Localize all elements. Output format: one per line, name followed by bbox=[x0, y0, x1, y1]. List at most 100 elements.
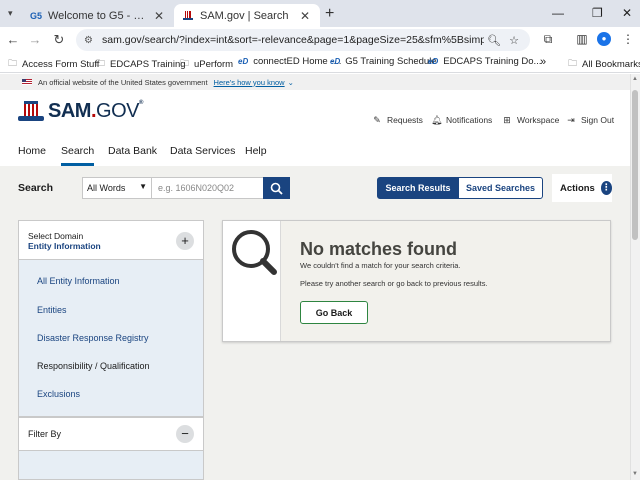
heres-how-you-know-link[interactable]: Here's how you know bbox=[214, 78, 285, 87]
search-label: Search bbox=[18, 182, 54, 194]
site-info-icon[interactable]: ⚙ bbox=[84, 35, 96, 46]
close-window-icon[interactable]: ✕ bbox=[622, 6, 632, 20]
sign-out-link[interactable]: ⇥ Sign Out bbox=[566, 115, 614, 125]
back-arrow-icon[interactable]: ← bbox=[4, 31, 22, 49]
workspace-link[interactable]: ⊞ Workspace bbox=[502, 115, 559, 125]
ed-logo-icon: eD bbox=[330, 57, 341, 66]
scroll-down-icon[interactable]: ▼ bbox=[631, 471, 639, 477]
bookmark-item[interactable]: 🗀 uPerform bbox=[180, 56, 233, 72]
zoom-search-icon[interactable]: 🔍︎ bbox=[484, 34, 504, 47]
nav-home[interactable]: Home bbox=[18, 145, 46, 157]
no-matches-message: We couldn't find a match for your search… bbox=[300, 261, 461, 270]
notifications-link[interactable]: 🔔︎ Notifications bbox=[431, 115, 492, 125]
folder-icon: 🗀 bbox=[180, 58, 190, 68]
bookmark-label: Access Form Stuff bbox=[22, 58, 100, 70]
bookmark-label: G5 Training Schedule bbox=[345, 56, 437, 67]
tab-title: SAM.gov | Search bbox=[200, 9, 289, 22]
search-icon bbox=[270, 182, 283, 195]
filter-by-header[interactable]: Filter By − bbox=[18, 417, 204, 451]
site-header: SAM.GOV® ✎ Requests 🔔︎ Notifications ⊞ Work… bbox=[0, 90, 630, 138]
requests-link[interactable]: ✎ Requests bbox=[372, 115, 423, 125]
bookmark-item[interactable]: eD connectED Home -... bbox=[238, 56, 341, 67]
saved-searches-tab[interactable]: Saved Searches bbox=[458, 177, 543, 199]
go-back-button[interactable]: Go Back bbox=[300, 301, 368, 324]
domain-item-disaster-response-registry[interactable]: Disaster Response Registry bbox=[37, 333, 149, 343]
bookmark-label: connectED Home -... bbox=[253, 56, 342, 67]
actions-label: Actions bbox=[560, 182, 595, 194]
chevron-down-icon[interactable]: ⌄ bbox=[288, 78, 294, 87]
gov-banner-text: An official website of the United States… bbox=[38, 77, 208, 87]
us-flag-icon bbox=[22, 79, 32, 85]
nav-help[interactable]: Help bbox=[245, 145, 267, 157]
profile-avatar-icon[interactable]: ● bbox=[597, 32, 611, 46]
bookmark-label: EDCAPS Training bbox=[110, 58, 186, 70]
search-input[interactable]: e.g. 1606N020Q02 bbox=[152, 177, 264, 199]
no-results-card: No matches found We couldn't find a matc… bbox=[222, 220, 611, 342]
more-options-icon: ⋮ bbox=[600, 181, 612, 195]
new-tab-icon[interactable]: + bbox=[325, 5, 334, 23]
domain-selector[interactable]: Select Domain Entity Information + bbox=[18, 220, 204, 260]
nav-data-bank[interactable]: Data Bank bbox=[108, 145, 157, 157]
bookmark-item[interactable]: 🗀 EDCAPS Training bbox=[96, 56, 186, 72]
logo-sam-text: SAM bbox=[48, 100, 91, 122]
bookmarks-overflow-icon[interactable]: » bbox=[540, 56, 546, 68]
domain-item-exclusions[interactable]: Exclusions bbox=[37, 389, 80, 399]
browser-tab-g5[interactable]: G5 Welcome to G5 - Department o ✕ bbox=[22, 4, 174, 27]
bookmarks-bar: 🗀 Access Form Stuff 🗀 EDCAPS Training 🗀 uPe… bbox=[0, 53, 640, 73]
bookmark-label: uPerform bbox=[194, 58, 234, 70]
expand-plus-icon[interactable]: + bbox=[176, 232, 194, 250]
util-label: Notifications bbox=[446, 115, 493, 125]
nav-search[interactable]: Search bbox=[61, 145, 95, 166]
forward-arrow-icon[interactable]: → bbox=[26, 31, 44, 49]
nav-data-services[interactable]: Data Services bbox=[170, 145, 235, 157]
bookmark-item[interactable]: eD G5 Training Schedule bbox=[330, 56, 437, 67]
select-value: All Words bbox=[87, 183, 126, 193]
ed-logo-icon: eD bbox=[428, 57, 439, 66]
browser-tab-sam[interactable]: SAM.gov | Search ✕ bbox=[174, 4, 320, 27]
bookmark-item[interactable]: 🗀 Access Form Stuff bbox=[8, 56, 99, 72]
maximize-icon[interactable]: ❐ bbox=[592, 6, 603, 20]
util-label: Workspace bbox=[517, 115, 560, 125]
address-bar[interactable]: ⚙ sam.gov/search/?index=int&sort=-releva… bbox=[76, 29, 530, 51]
side-panel-icon[interactable]: ▥ bbox=[574, 32, 590, 46]
magnifier-icon bbox=[232, 230, 277, 275]
domain-item-responsibility-qualification[interactable]: Responsibility / Qualification bbox=[37, 361, 150, 371]
bookmark-star-icon[interactable]: ☆ bbox=[504, 34, 524, 47]
main-nav: Home Search Data Bank Data Services Help bbox=[0, 138, 630, 166]
extensions-icon[interactable]: ⧉ bbox=[540, 32, 556, 47]
bookmark-item[interactable]: eD EDCAPS Training Do... bbox=[428, 56, 541, 67]
bookmark-label: EDCAPS Training Do... bbox=[443, 56, 542, 67]
actions-button[interactable]: Actions ⋮ bbox=[552, 174, 612, 202]
folder-icon: 🗀 bbox=[96, 58, 106, 68]
folder-icon: 🗀 bbox=[568, 58, 578, 68]
search-type-select[interactable]: All Words ▼ bbox=[82, 177, 152, 199]
g5-favicon-icon: G5 bbox=[30, 10, 43, 21]
util-label: Requests bbox=[387, 115, 423, 125]
search-button[interactable] bbox=[263, 177, 290, 199]
browser-tab-bar: ▾ G5 Welcome to G5 - Department o ✕ SAM.… bbox=[0, 0, 640, 27]
ed-logo-icon: eD bbox=[238, 57, 249, 66]
sam-gov-logo[interactable]: SAM.GOV® bbox=[18, 100, 143, 123]
scrollbar-thumb[interactable] bbox=[632, 90, 638, 240]
reload-icon[interactable]: ↻ bbox=[50, 31, 68, 49]
no-matches-hint: Please try another search or go back to … bbox=[300, 279, 488, 288]
edit-icon: ✎ bbox=[373, 115, 381, 125]
url-text[interactable]: sam.gov/search/?index=int&sort=-relevanc… bbox=[102, 34, 484, 46]
util-label: Sign Out bbox=[581, 115, 615, 125]
logo-registered-text: ® bbox=[138, 100, 143, 106]
domain-item-entities[interactable]: Entities bbox=[37, 305, 67, 315]
all-bookmarks[interactable]: 🗀 All Bookmarks bbox=[568, 56, 640, 72]
close-tab-icon[interactable]: ✕ bbox=[152, 9, 166, 23]
search-results-tab[interactable]: Search Results bbox=[377, 177, 459, 199]
collapse-minus-icon[interactable]: − bbox=[176, 425, 194, 443]
bookmark-label: All Bookmarks bbox=[582, 58, 640, 70]
scroll-up-icon[interactable]: ▲ bbox=[631, 76, 639, 82]
tab-search-icon[interactable]: ▾ bbox=[8, 8, 20, 20]
close-tab-icon[interactable]: ✕ bbox=[298, 9, 312, 23]
grid-icon: ⊞ bbox=[503, 115, 511, 125]
domain-item-all-entity-information[interactable]: All Entity Information bbox=[37, 276, 120, 286]
bell-icon: 🔔︎ bbox=[431, 115, 443, 125]
caret-down-icon: ▼ bbox=[139, 182, 147, 191]
menu-dots-icon[interactable]: ⋮ bbox=[620, 32, 636, 46]
minimize-icon[interactable]: — bbox=[552, 6, 564, 20]
